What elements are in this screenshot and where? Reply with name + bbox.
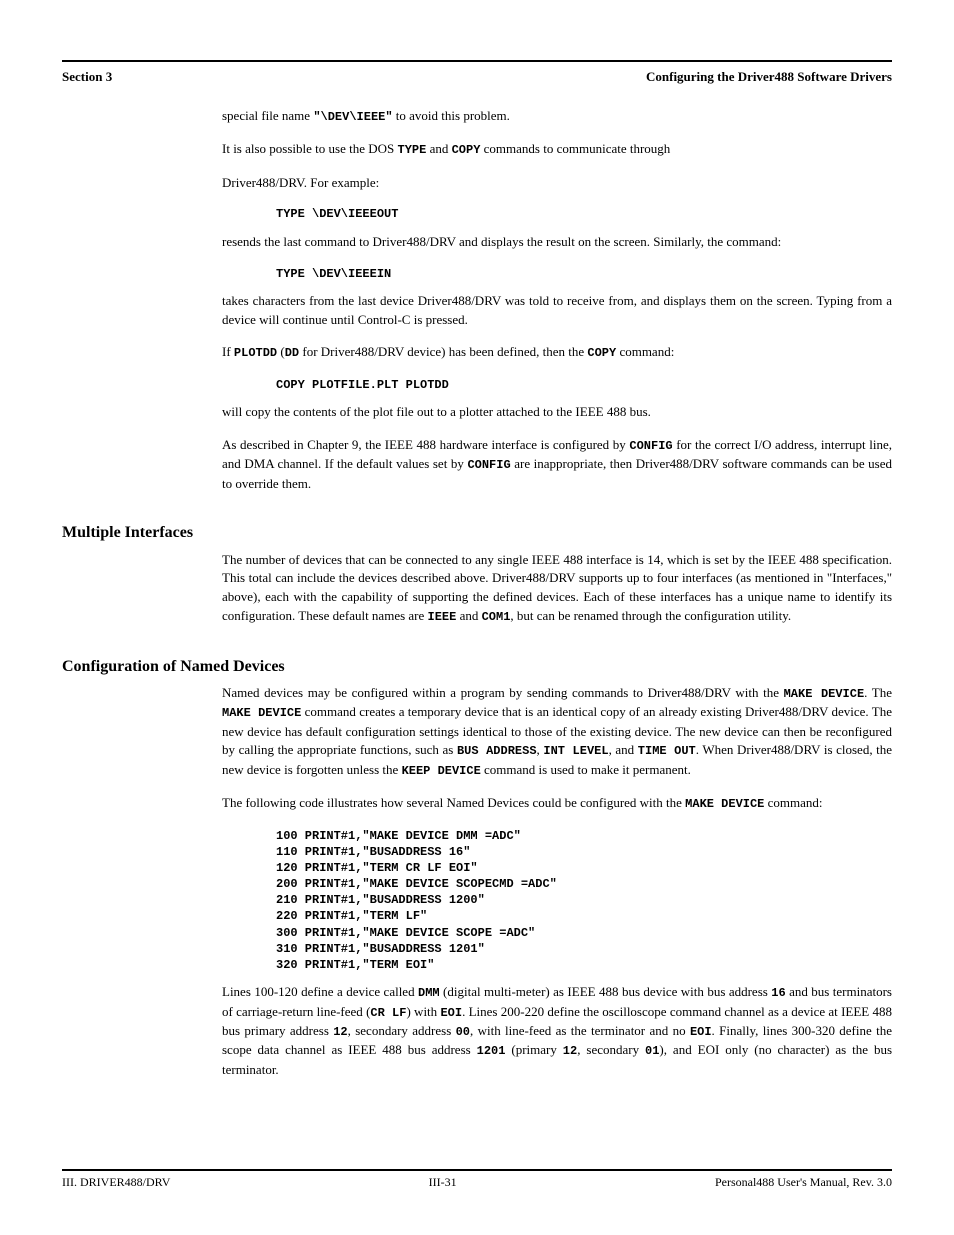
paragraph: Driver488/DRV. For example: (222, 174, 892, 193)
section-heading: Configuration of Named Devices (62, 655, 892, 678)
paragraph: The number of devices that can be connec… (222, 551, 892, 627)
paragraph: Lines 100-120 define a device called DMM… (222, 983, 892, 1079)
code-line: TYPE \DEV\IEEEOUT (276, 206, 892, 222)
code-block: 100 PRINT#1,"MAKE DEVICE DMM =ADC" 110 P… (276, 828, 892, 974)
page-header: Section 3 Configuring the Driver488 Soft… (62, 68, 892, 87)
header-left: Section 3 (62, 68, 112, 87)
paragraph: will copy the contents of the plot file … (222, 403, 892, 422)
paragraph: special file name "\DEV\IEEE" to avoid t… (222, 107, 892, 126)
section-heading: Multiple Interfaces (62, 521, 892, 544)
header-right: Configuring the Driver488 Software Drive… (646, 68, 892, 87)
paragraph: The following code illustrates how sever… (222, 794, 892, 813)
footer-left: III. DRIVER488/DRV (62, 1174, 170, 1191)
footer-right: Personal488 User's Manual, Rev. 3.0 (715, 1174, 892, 1191)
paragraph: takes characters from the last device Dr… (222, 292, 892, 330)
content: special file name "\DEV\IEEE" to avoid t… (222, 107, 892, 1080)
paragraph: As described in Chapter 9, the IEEE 488 … (222, 436, 892, 494)
footer-center: III-31 (429, 1174, 457, 1191)
code-line: TYPE \DEV\IEEEIN (276, 266, 892, 282)
code-line: COPY PLOTFILE.PLT PLOTDD (276, 377, 892, 393)
paragraph: resends the last command to Driver488/DR… (222, 233, 892, 252)
bottom-rule (62, 1169, 892, 1171)
paragraph: Named devices may be configured within a… (222, 684, 892, 780)
paragraph: If PLOTDD (DD for Driver488/DRV device) … (222, 343, 892, 362)
paragraph: It is also possible to use the DOS TYPE … (222, 140, 892, 159)
page: Section 3 Configuring the Driver488 Soft… (0, 0, 954, 1235)
page-footer: III. DRIVER488/DRV III-31 Personal488 Us… (62, 1174, 892, 1191)
top-rule (62, 60, 892, 62)
